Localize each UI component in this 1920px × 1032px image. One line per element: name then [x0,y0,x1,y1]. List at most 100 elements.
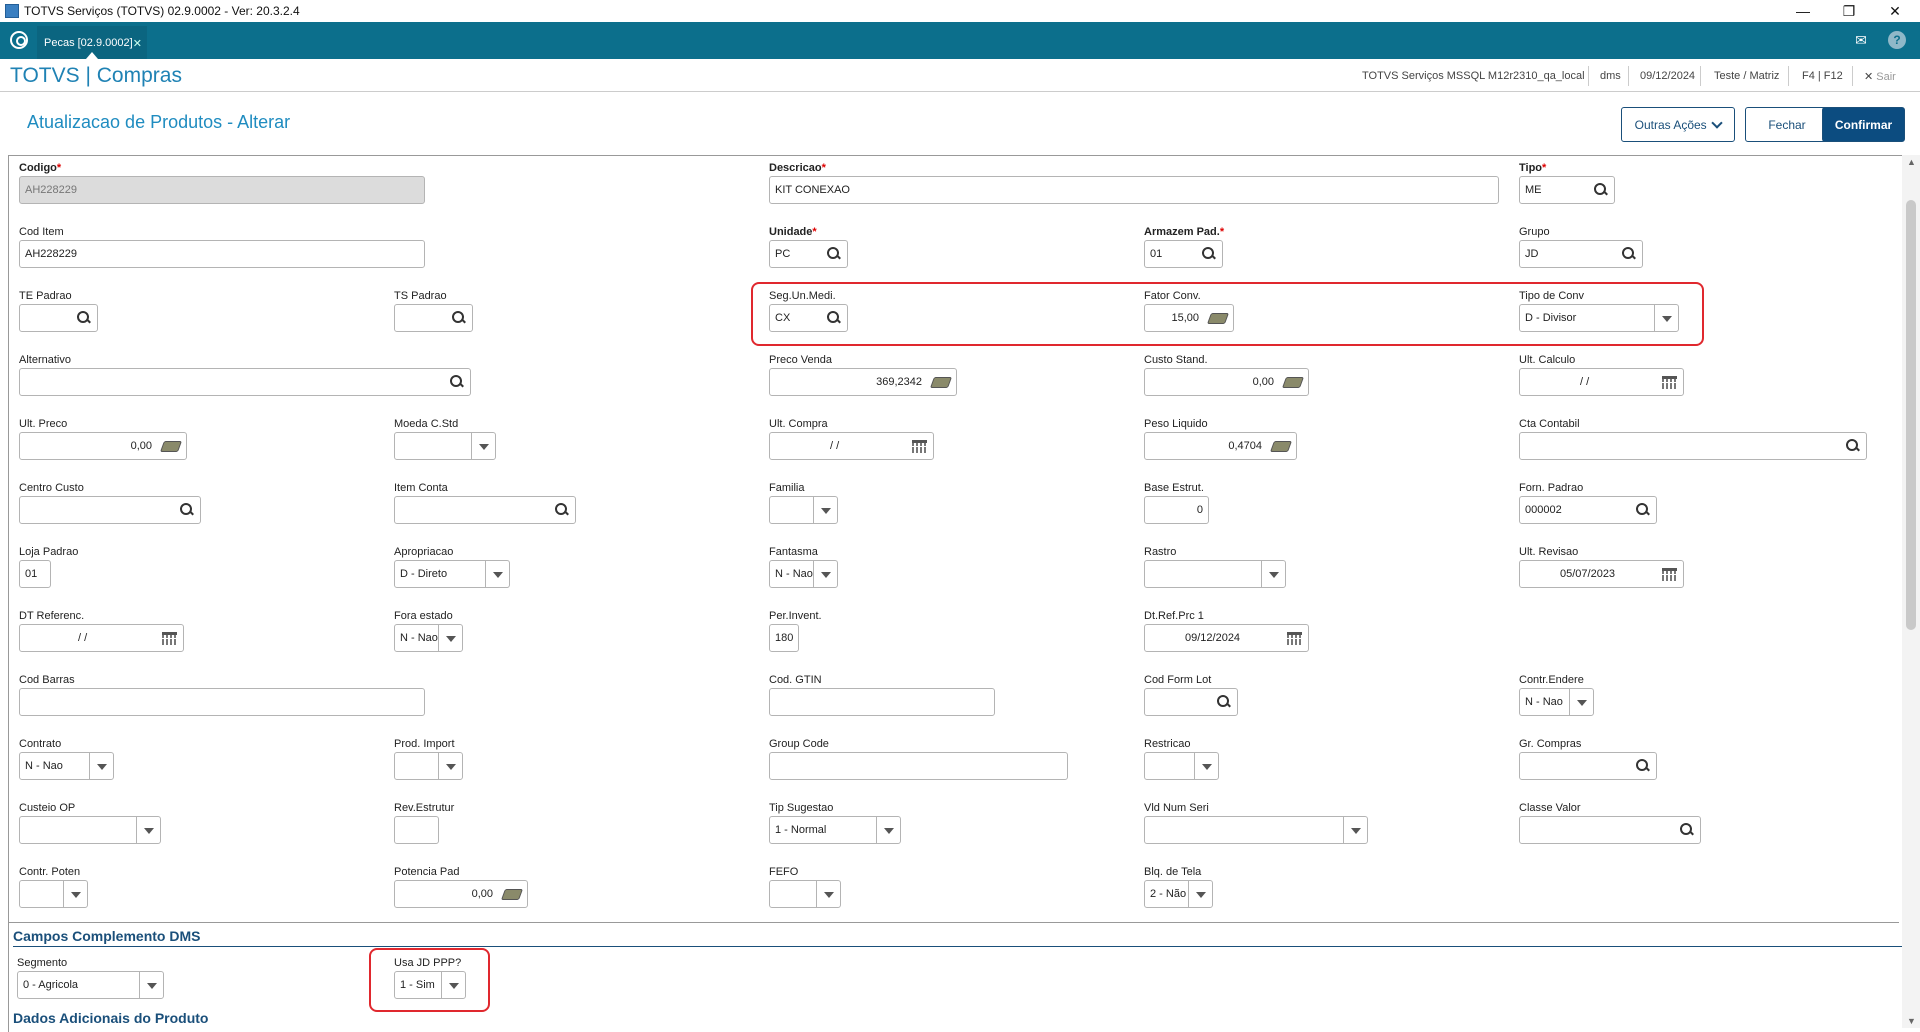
tipo-conv-select[interactable]: D - Divisor [1519,304,1679,332]
exit-link[interactable]: ✕ Sair [1864,70,1896,83]
calendar-icon[interactable] [912,440,927,453]
tipo-field[interactable]: ME [1519,176,1615,204]
search-icon[interactable] [827,311,841,325]
ult-revisao-field[interactable]: 05/07/2023 [1519,560,1684,588]
search-icon[interactable] [1636,759,1650,773]
search-icon[interactable] [1217,695,1231,709]
calculator-icon[interactable] [929,377,953,388]
calculator-icon[interactable] [159,441,183,452]
user-info[interactable]: dms [1600,70,1621,82]
cta-contabil-field[interactable] [1519,432,1867,460]
scroll-up-icon[interactable]: ▲ [1907,157,1916,167]
scrollbar-thumb[interactable] [1906,200,1916,630]
chevron-down-icon[interactable] [438,753,462,779]
search-icon[interactable] [452,311,466,325]
calculator-icon[interactable] [1206,313,1230,324]
chevron-down-icon[interactable] [1654,305,1678,331]
classe-valor-field[interactable] [1519,816,1701,844]
cod-barras-field[interactable] [19,688,425,716]
chevron-down-icon[interactable] [136,817,160,843]
item-conta-field[interactable] [394,496,576,524]
preco-venda-field[interactable]: 369,2342 [769,368,957,396]
other-actions-button[interactable]: Outras Ações [1621,107,1735,142]
contrato-select[interactable]: N - Nao [19,752,114,780]
ult-calculo-field[interactable]: / / [1519,368,1684,396]
chevron-down-icon[interactable] [816,881,840,907]
close-button[interactable]: Fechar [1745,107,1829,142]
close-window-icon[interactable]: ✕ [1872,0,1918,22]
potencia-pad-field[interactable]: 0,00 [394,880,528,908]
contr-endere-select[interactable]: N - Nao [1519,688,1594,716]
segmento-select[interactable]: 0 - Agricola [17,971,164,999]
search-icon[interactable] [450,375,464,389]
ult-preco-field[interactable]: 0,00 [19,432,187,460]
restore-icon[interactable]: ❐ [1826,0,1872,22]
fora-estado-select[interactable]: N - Nao [394,624,463,652]
cod-form-lot-field[interactable] [1144,688,1238,716]
chevron-down-icon[interactable] [89,753,113,779]
close-tab-icon[interactable]: ✕ [133,37,142,50]
search-icon[interactable] [827,247,841,261]
fefo-select[interactable] [769,880,841,908]
company-info[interactable]: Teste / Matriz [1714,70,1779,82]
fantasma-select[interactable]: N - Nao [769,560,838,588]
chevron-down-icon[interactable] [1261,561,1285,587]
chevron-down-icon[interactable] [471,433,495,459]
chevron-down-icon[interactable] [813,561,837,587]
calculator-icon[interactable] [1281,377,1305,388]
armazem-field[interactable]: 01 [1144,240,1223,268]
chevron-down-icon[interactable] [1194,753,1218,779]
chevron-down-icon[interactable] [1343,817,1367,843]
codigo-field[interactable]: AH228229 [19,176,425,204]
group-code-field[interactable] [769,752,1068,780]
chevron-down-icon[interactable] [485,561,509,587]
peso-liquido-field[interactable]: 0,4704 [1144,432,1297,460]
mail-icon[interactable]: ✉ [1852,31,1870,49]
calendar-icon[interactable] [1662,568,1677,581]
ts-padrao-field[interactable] [394,304,473,332]
search-icon[interactable] [1202,247,1216,261]
chevron-down-icon[interactable] [1569,689,1593,715]
calendar-icon[interactable] [1287,632,1302,645]
cod-gtin-field[interactable] [769,688,995,716]
chevron-down-icon[interactable] [139,972,163,998]
search-icon[interactable] [77,311,91,325]
te-padrao-field[interactable] [19,304,98,332]
per-invent-field[interactable]: 180 [769,624,799,652]
date-info[interactable]: 09/12/2024 [1640,70,1695,82]
prod-import-select[interactable] [394,752,463,780]
search-icon[interactable] [1680,823,1694,837]
grupo-field[interactable]: JD [1519,240,1643,268]
unidade-field[interactable]: PC [769,240,848,268]
tip-sugestao-select[interactable]: 1 - Normal [769,816,901,844]
search-icon[interactable] [1622,247,1636,261]
custeio-op-select[interactable] [19,816,161,844]
usa-jd-ppp-select[interactable]: 1 - Sim [394,971,466,999]
tab-pecas[interactable]: Pecas [02.9.0002] ✕ [37,26,147,59]
ult-compra-field[interactable]: / / [769,432,934,460]
help-icon[interactable]: ? [1888,31,1906,49]
calculator-icon[interactable] [500,889,524,900]
confirm-button[interactable]: Confirmar [1822,107,1905,142]
search-icon[interactable] [1636,503,1650,517]
chevron-down-icon[interactable] [441,972,465,998]
chevron-down-icon[interactable] [438,625,462,651]
home-icon[interactable] [10,31,28,49]
alternativo-field[interactable] [19,368,471,396]
apropriacao-select[interactable]: D - Direto [394,560,510,588]
rastro-select[interactable] [1144,560,1286,588]
search-icon[interactable] [1846,439,1860,453]
centro-custo-field[interactable] [19,496,201,524]
blq-tela-select[interactable]: 2 - Não [1144,880,1213,908]
chevron-down-icon[interactable] [876,817,900,843]
minimize-icon[interactable]: — [1780,0,1826,22]
gr-compras-field[interactable] [1519,752,1657,780]
vertical-scrollbar[interactable]: ▲ ▼ [1902,155,1920,1028]
fator-conv-field[interactable]: 15,00 [1144,304,1234,332]
calendar-icon[interactable] [162,632,177,645]
forn-padrao-field[interactable]: 000002 [1519,496,1657,524]
base-estrut-field[interactable]: 0 [1144,496,1209,524]
chevron-down-icon[interactable] [1188,881,1212,907]
calendar-icon[interactable] [1662,376,1677,389]
vld-num-seri-select[interactable] [1144,816,1368,844]
